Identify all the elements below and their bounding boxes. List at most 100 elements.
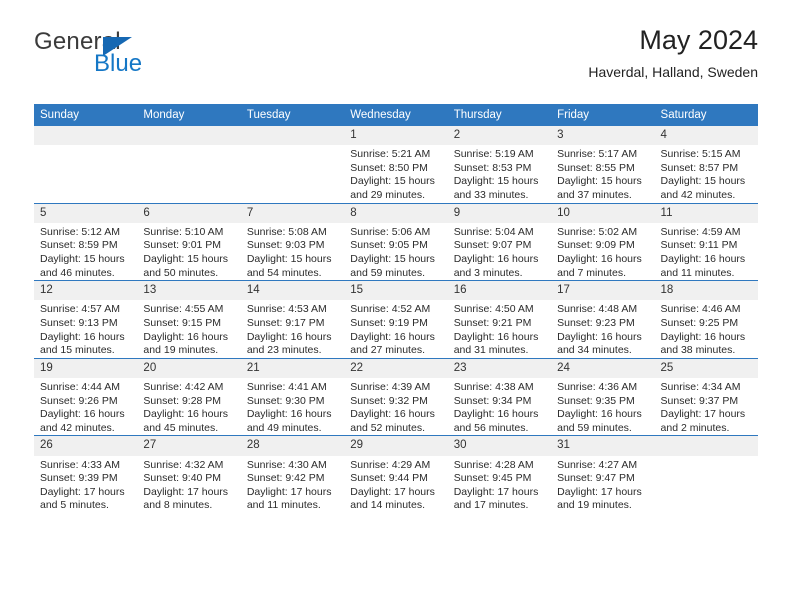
sunset-text: Sunset: 9:47 PM (557, 472, 635, 485)
day-sun-info: Sunrise: 4:59 AM Sunset: 9:11 PM Daylight:… (655, 223, 758, 280)
sunset-text: Sunset: 9:15 PM (143, 317, 222, 329)
month-calendar: Sunday Monday Tuesday Wednesday Thursday Frid… (34, 104, 758, 513)
calendar-day-cell[interactable]: 28 Sunrise: 4:30 AM Sunset: 9:42 PM Dayligh… (240, 435, 345, 513)
daylight-text: Daylight: 16 hours and 19 minutes. (143, 330, 229, 357)
day-number: 16 (447, 281, 552, 301)
day-sun-info: Sunrise: 5:19 AM Sunset: 8:53 PM Daylight:… (448, 145, 551, 202)
sunset-text: Sunset: 9:21 PM (453, 317, 532, 329)
calendar-week-row: 26 Sunrise: 4:33 AM Sunset: 9:39 PM Dayligh… (34, 435, 758, 513)
sunrise-text: Sunrise: 4:32 AM (143, 458, 224, 471)
calendar-day-cell[interactable]: 6 Sunrise: 5:10 AM Sunset: 9:01 PM Daylight… (137, 202, 241, 281)
weekday-header-saturday: Saturday (654, 104, 758, 126)
daylight-text: Daylight: 15 hours and 50 minutes. (143, 253, 229, 279)
day-number (137, 126, 241, 146)
calendar-day-cell[interactable]: 9 Sunrise: 5:04 AM Sunset: 9:07 PM Daylight… (447, 202, 552, 281)
sunrise-text: Sunrise: 4:30 AM (246, 458, 327, 471)
calendar-day-cell[interactable]: 13 Sunrise: 4:55 AM Sunset: 9:15 PM Dayligh… (137, 280, 241, 359)
sunset-text: Sunset: 8:50 PM (350, 161, 428, 174)
daylight-text: Daylight: 16 hours and 34 minutes. (557, 330, 642, 357)
calendar-day-cell[interactable]: 23 Sunrise: 4:38 AM Sunset: 9:34 PM Dayligh… (447, 357, 552, 436)
calendar-day-cell[interactable]: 2 Sunrise: 5:19 AM Sunset: 8:53 PM Daylight… (447, 126, 552, 204)
calendar-body: 1 Sunrise: 5:21 AM Sunset: 8:50 PM Daylight… (34, 126, 758, 513)
sunrise-text: Sunrise: 4:46 AM (660, 303, 741, 316)
calendar-day-cell[interactable]: 11 Sunrise: 4:59 AM Sunset: 9:11 PM Dayligh… (654, 202, 758, 281)
sunset-text: Sunset: 9:11 PM (660, 239, 738, 252)
day-number: 6 (137, 203, 241, 223)
sunset-text: Sunset: 9:09 PM (557, 239, 635, 252)
calendar-day-cell[interactable]: 19 Sunrise: 4:44 AM Sunset: 9:26 PM Dayligh… (34, 357, 138, 436)
sunset-text: Sunset: 9:13 PM (40, 317, 118, 329)
calendar-day-cell[interactable]: 4 Sunrise: 5:15 AM Sunset: 8:57 PM Daylight… (654, 126, 758, 204)
sunset-text: Sunset: 9:01 PM (143, 239, 222, 252)
calendar-day-cell[interactable]: 27 Sunrise: 4:32 AM Sunset: 9:40 PM Dayligh… (137, 435, 241, 513)
sunrise-text: Sunrise: 4:53 AM (246, 303, 327, 316)
sunset-text: Sunset: 9:45 PM (453, 472, 532, 485)
sunrise-text: Sunrise: 4:38 AM (453, 381, 534, 393)
calendar-day-cell[interactable]: 5 Sunrise: 5:12 AM Sunset: 8:59 PM Daylight… (34, 202, 138, 281)
page-title: May 2024 (639, 25, 758, 55)
day-sun-info: Sunrise: 4:50 AM Sunset: 9:21 PM Daylight:… (448, 300, 551, 357)
day-number: 26 (34, 436, 138, 456)
day-number: 20 (137, 358, 241, 378)
daylight-text: Daylight: 15 hours and 37 minutes. (557, 175, 642, 201)
day-sun-info: Sunrise: 5:10 AM Sunset: 9:01 PM Daylight:… (137, 223, 240, 280)
sunset-text: Sunset: 9:23 PM (557, 317, 635, 329)
daylight-text: Daylight: 15 hours and 29 minutes. (350, 175, 435, 201)
sunrise-text: Sunrise: 4:36 AM (557, 381, 638, 393)
daylight-text: Daylight: 17 hours and 8 minutes. (143, 485, 229, 512)
calendar-day-cell[interactable]: 15 Sunrise: 4:52 AM Sunset: 9:19 PM Dayligh… (344, 280, 448, 359)
calendar-day-cell[interactable]: 1 Sunrise: 5:21 AM Sunset: 8:50 PM Daylight… (344, 126, 448, 204)
day-sun-info: Sunrise: 4:57 AM Sunset: 9:13 PM Daylight:… (34, 300, 137, 357)
calendar-day-cell[interactable]: 26 Sunrise: 4:33 AM Sunset: 9:39 PM Dayligh… (34, 435, 138, 513)
general-blue-logo[interactable]: General Blue (34, 30, 254, 90)
calendar-day-cell[interactable]: 20 Sunrise: 4:42 AM Sunset: 9:28 PM Dayligh… (137, 357, 241, 436)
calendar-day-cell[interactable]: 16 Sunrise: 4:50 AM Sunset: 9:21 PM Dayligh… (447, 280, 552, 359)
calendar-day-cell[interactable]: 8 Sunrise: 5:06 AM Sunset: 9:05 PM Daylight… (344, 202, 448, 281)
weekday-header-tuesday: Tuesday (240, 104, 345, 126)
calendar-day-cell[interactable]: 7 Sunrise: 5:08 AM Sunset: 9:03 PM Daylight… (240, 202, 345, 281)
day-sun-info: Sunrise: 4:44 AM Sunset: 9:26 PM Daylight:… (34, 378, 137, 435)
day-number: 24 (551, 358, 655, 378)
sunrise-text: Sunrise: 4:55 AM (143, 303, 224, 316)
daylight-text: Daylight: 16 hours and 52 minutes. (350, 408, 435, 434)
calendar-day-cell[interactable]: 10 Sunrise: 5:02 AM Sunset: 9:09 PM Dayligh… (551, 202, 655, 281)
daylight-text: Daylight: 17 hours and 17 minutes. (453, 485, 539, 512)
calendar-day-cell[interactable]: 31 Sunrise: 4:27 AM Sunset: 9:47 PM Dayligh… (551, 435, 655, 513)
sunset-text: Sunset: 9:35 PM (557, 394, 635, 407)
calendar-day-cell[interactable]: 24 Sunrise: 4:36 AM Sunset: 9:35 PM Dayligh… (551, 357, 655, 436)
calendar-day-cell[interactable]: 14 Sunrise: 4:53 AM Sunset: 9:17 PM Dayligh… (240, 280, 345, 359)
sunrise-text: Sunrise: 4:33 AM (40, 458, 120, 471)
sunrise-text: Sunrise: 4:57 AM (40, 303, 120, 316)
calendar-day-cell[interactable]: 21 Sunrise: 4:41 AM Sunset: 9:30 PM Dayligh… (240, 357, 345, 436)
calendar-page: General Blue May 2024 Haverdal, Halland,… (0, 0, 792, 612)
sunrise-text: Sunrise: 4:59 AM (660, 225, 741, 238)
sunset-text: Sunset: 9:07 PM (453, 239, 532, 252)
day-number: 11 (654, 203, 758, 223)
calendar-day-cell[interactable]: 17 Sunrise: 4:48 AM Sunset: 9:23 PM Dayligh… (551, 280, 655, 359)
day-number: 2 (447, 126, 552, 146)
daylight-text: Daylight: 16 hours and 7 minutes. (557, 253, 642, 279)
calendar-day-cell[interactable]: 12 Sunrise: 4:57 AM Sunset: 9:13 PM Dayligh… (34, 280, 138, 359)
weekday-header-thursday: Thursday (447, 104, 552, 126)
day-sun-info: Sunrise: 5:17 AM Sunset: 8:55 PM Daylight:… (551, 145, 654, 202)
calendar-day-cell[interactable]: 3 Sunrise: 5:17 AM Sunset: 8:55 PM Daylight… (551, 126, 655, 204)
calendar-day-cell[interactable]: 18 Sunrise: 4:46 AM Sunset: 9:25 PM Dayligh… (654, 280, 758, 359)
calendar-day-cell[interactable]: 30 Sunrise: 4:28 AM Sunset: 9:45 PM Dayligh… (447, 435, 552, 513)
sunrise-text: Sunrise: 4:50 AM (453, 303, 534, 316)
day-number: 13 (137, 281, 241, 301)
sunset-text: Sunset: 9:37 PM (660, 394, 739, 407)
calendar-day-cell[interactable]: 25 Sunrise: 4:34 AM Sunset: 9:37 PM Dayligh… (654, 357, 758, 436)
day-sun-info: Sunrise: 4:28 AM Sunset: 9:45 PM Daylight:… (448, 456, 551, 513)
day-number: 14 (240, 281, 345, 301)
calendar-day-cell[interactable]: 22 Sunrise: 4:39 AM Sunset: 9:32 PM Dayligh… (344, 357, 448, 436)
calendar-day-cell[interactable]: 29 Sunrise: 4:29 AM Sunset: 9:44 PM Dayligh… (344, 435, 448, 513)
daylight-text: Daylight: 15 hours and 46 minutes. (40, 253, 125, 279)
sunrise-text: Sunrise: 5:12 AM (40, 225, 120, 238)
sunrise-text: Sunrise: 4:28 AM (453, 458, 534, 471)
day-sun-info: Sunrise: 4:32 AM Sunset: 9:40 PM Daylight:… (137, 456, 240, 513)
sunrise-text: Sunrise: 4:52 AM (350, 303, 431, 316)
daylight-text: Daylight: 16 hours and 56 minutes. (453, 408, 539, 434)
calendar-day-cell-empty (34, 126, 138, 204)
day-number: 25 (654, 358, 758, 378)
day-number: 12 (34, 281, 138, 301)
